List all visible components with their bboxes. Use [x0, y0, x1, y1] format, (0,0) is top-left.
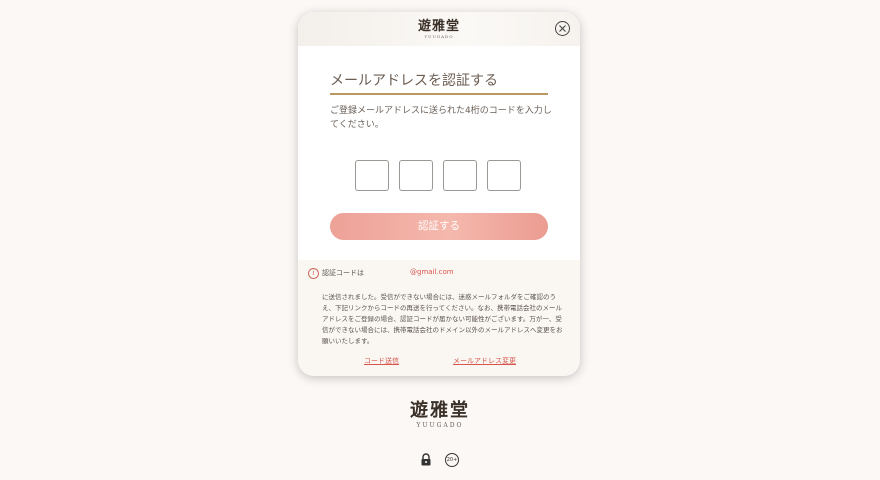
info-sent-label: 認証コードは [322, 269, 364, 277]
code-digit-1[interactable] [355, 160, 389, 191]
change-email-link[interactable]: メールアドレス変更 [453, 356, 516, 366]
code-digit-2[interactable] [399, 160, 433, 191]
verification-modal: 遊雅堂 YUUGADO メールアドレスを認証する ご登録メールアドレスに送られた… [298, 12, 580, 376]
info-email: @gmail.com [410, 268, 454, 276]
modal-logo-roman: YUUGADO [424, 34, 454, 39]
close-icon [559, 25, 566, 32]
footer-logo-kanji: 遊雅堂 [410, 400, 470, 421]
footer-logo-roman: YUUGADO [416, 422, 464, 429]
code-digit-3[interactable] [443, 160, 477, 191]
code-digit-4[interactable] [487, 160, 521, 191]
verify-button[interactable]: 認証する [330, 213, 548, 240]
lock-icon [421, 453, 431, 466]
info-panel: i 認証コードは @gmail.com に送信されました。受信ができない場合には… [298, 260, 580, 376]
close-button[interactable] [555, 21, 570, 36]
info-icon: i [308, 268, 319, 279]
footer-logo: 遊雅堂 YUUGADO [0, 400, 880, 430]
info-body: に送信されました。受信ができない場合には、迷惑メールフォルダをご確認のうえ、下記… [322, 293, 563, 345]
modal-description: ご登録メールアドレスに送られた4桁のコードを入力してください。 [330, 106, 552, 130]
modal-logo-kanji: 遊雅堂 [417, 19, 460, 34]
modal-header: 遊雅堂 YUUGADO [298, 12, 580, 46]
modal-logo: 遊雅堂 YUUGADO [298, 20, 580, 40]
resend-code-link[interactable]: コード送信 [364, 356, 399, 366]
modal-title: メールアドレスを認証する [330, 70, 548, 95]
age-restriction-icon: 20+ [445, 453, 459, 467]
